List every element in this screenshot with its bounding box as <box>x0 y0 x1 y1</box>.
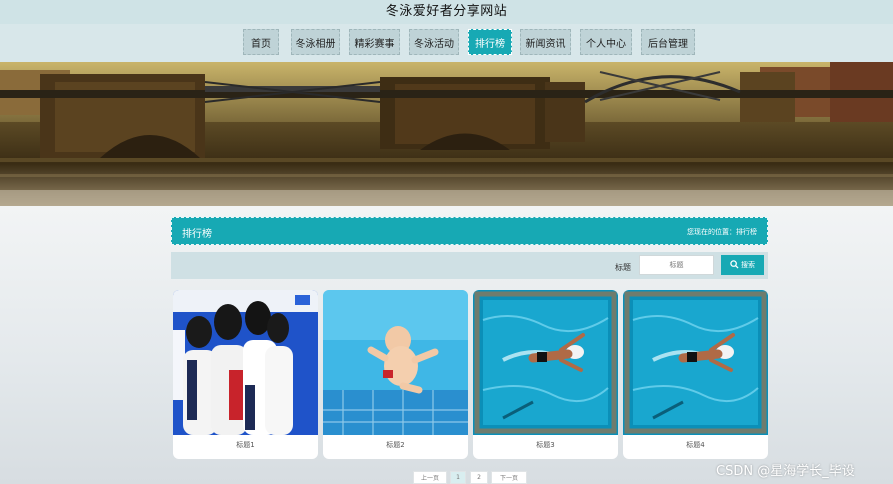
hero-banner <box>0 62 893 206</box>
card-caption: 标题3 <box>536 441 555 449</box>
pool-swimmer-photo <box>623 290 768 435</box>
search-label: 标题 <box>615 263 631 272</box>
swimmers-photo <box>173 290 318 435</box>
pagination-next[interactable]: 下一页 <box>491 471 527 484</box>
nav-item-admin[interactable]: 后台管理 <box>641 29 695 55</box>
main-nav: 首页 冬泳相册 精彩赛事 冬泳活动 排行榜 新闻资讯 个人中心 后台管理 <box>0 24 893 62</box>
nav-item-news[interactable]: 新闻资讯 <box>520 29 571 55</box>
ranking-card[interactable]: 标题4 <box>623 290 768 459</box>
baby-swimming-photo <box>323 290 468 435</box>
nav-item-profile[interactable]: 个人中心 <box>580 29 632 55</box>
nav-item-album[interactable]: 冬泳相册 <box>291 29 340 55</box>
nav-item-activities[interactable]: 冬泳活动 <box>409 29 459 55</box>
search-bar: 标题 搜索 <box>171 252 768 279</box>
pagination-page-2[interactable]: 2 <box>470 471 488 484</box>
search-icon <box>730 259 739 271</box>
site-header: 冬泳爱好者分享网站 <box>0 0 893 24</box>
ranking-card[interactable]: 标题3 <box>473 290 618 459</box>
card-caption: 标题1 <box>236 441 255 449</box>
pagination-prev[interactable]: 上一页 <box>413 471 447 484</box>
search-button-label: 搜索 <box>741 261 755 269</box>
search-button[interactable]: 搜索 <box>721 255 764 275</box>
card-caption: 标题4 <box>686 441 705 449</box>
ranking-card[interactable]: 标题1 <box>173 290 318 459</box>
nav-item-events[interactable]: 精彩赛事 <box>349 29 400 55</box>
bridge-banner-image <box>0 62 893 206</box>
nav-item-ranking[interactable]: 排行榜 <box>468 29 512 55</box>
ranking-title: 排行榜 <box>182 229 212 240</box>
card-caption: 标题2 <box>386 441 405 449</box>
search-input[interactable] <box>639 255 714 275</box>
pagination-page-1[interactable]: 1 <box>450 471 466 484</box>
breadcrumb: 您现在的位置：排行榜 <box>687 228 757 236</box>
csdn-watermark: CSDN @星海学长_毕设 <box>716 464 855 479</box>
site-title: 冬泳爱好者分享网站 <box>385 3 508 19</box>
pool-swimmer-photo <box>473 290 618 435</box>
ranking-card[interactable]: 标题2 <box>323 290 468 459</box>
nav-item-home[interactable]: 首页 <box>243 29 279 55</box>
ranking-header: 排行榜 您现在的位置：排行榜 <box>171 217 768 245</box>
